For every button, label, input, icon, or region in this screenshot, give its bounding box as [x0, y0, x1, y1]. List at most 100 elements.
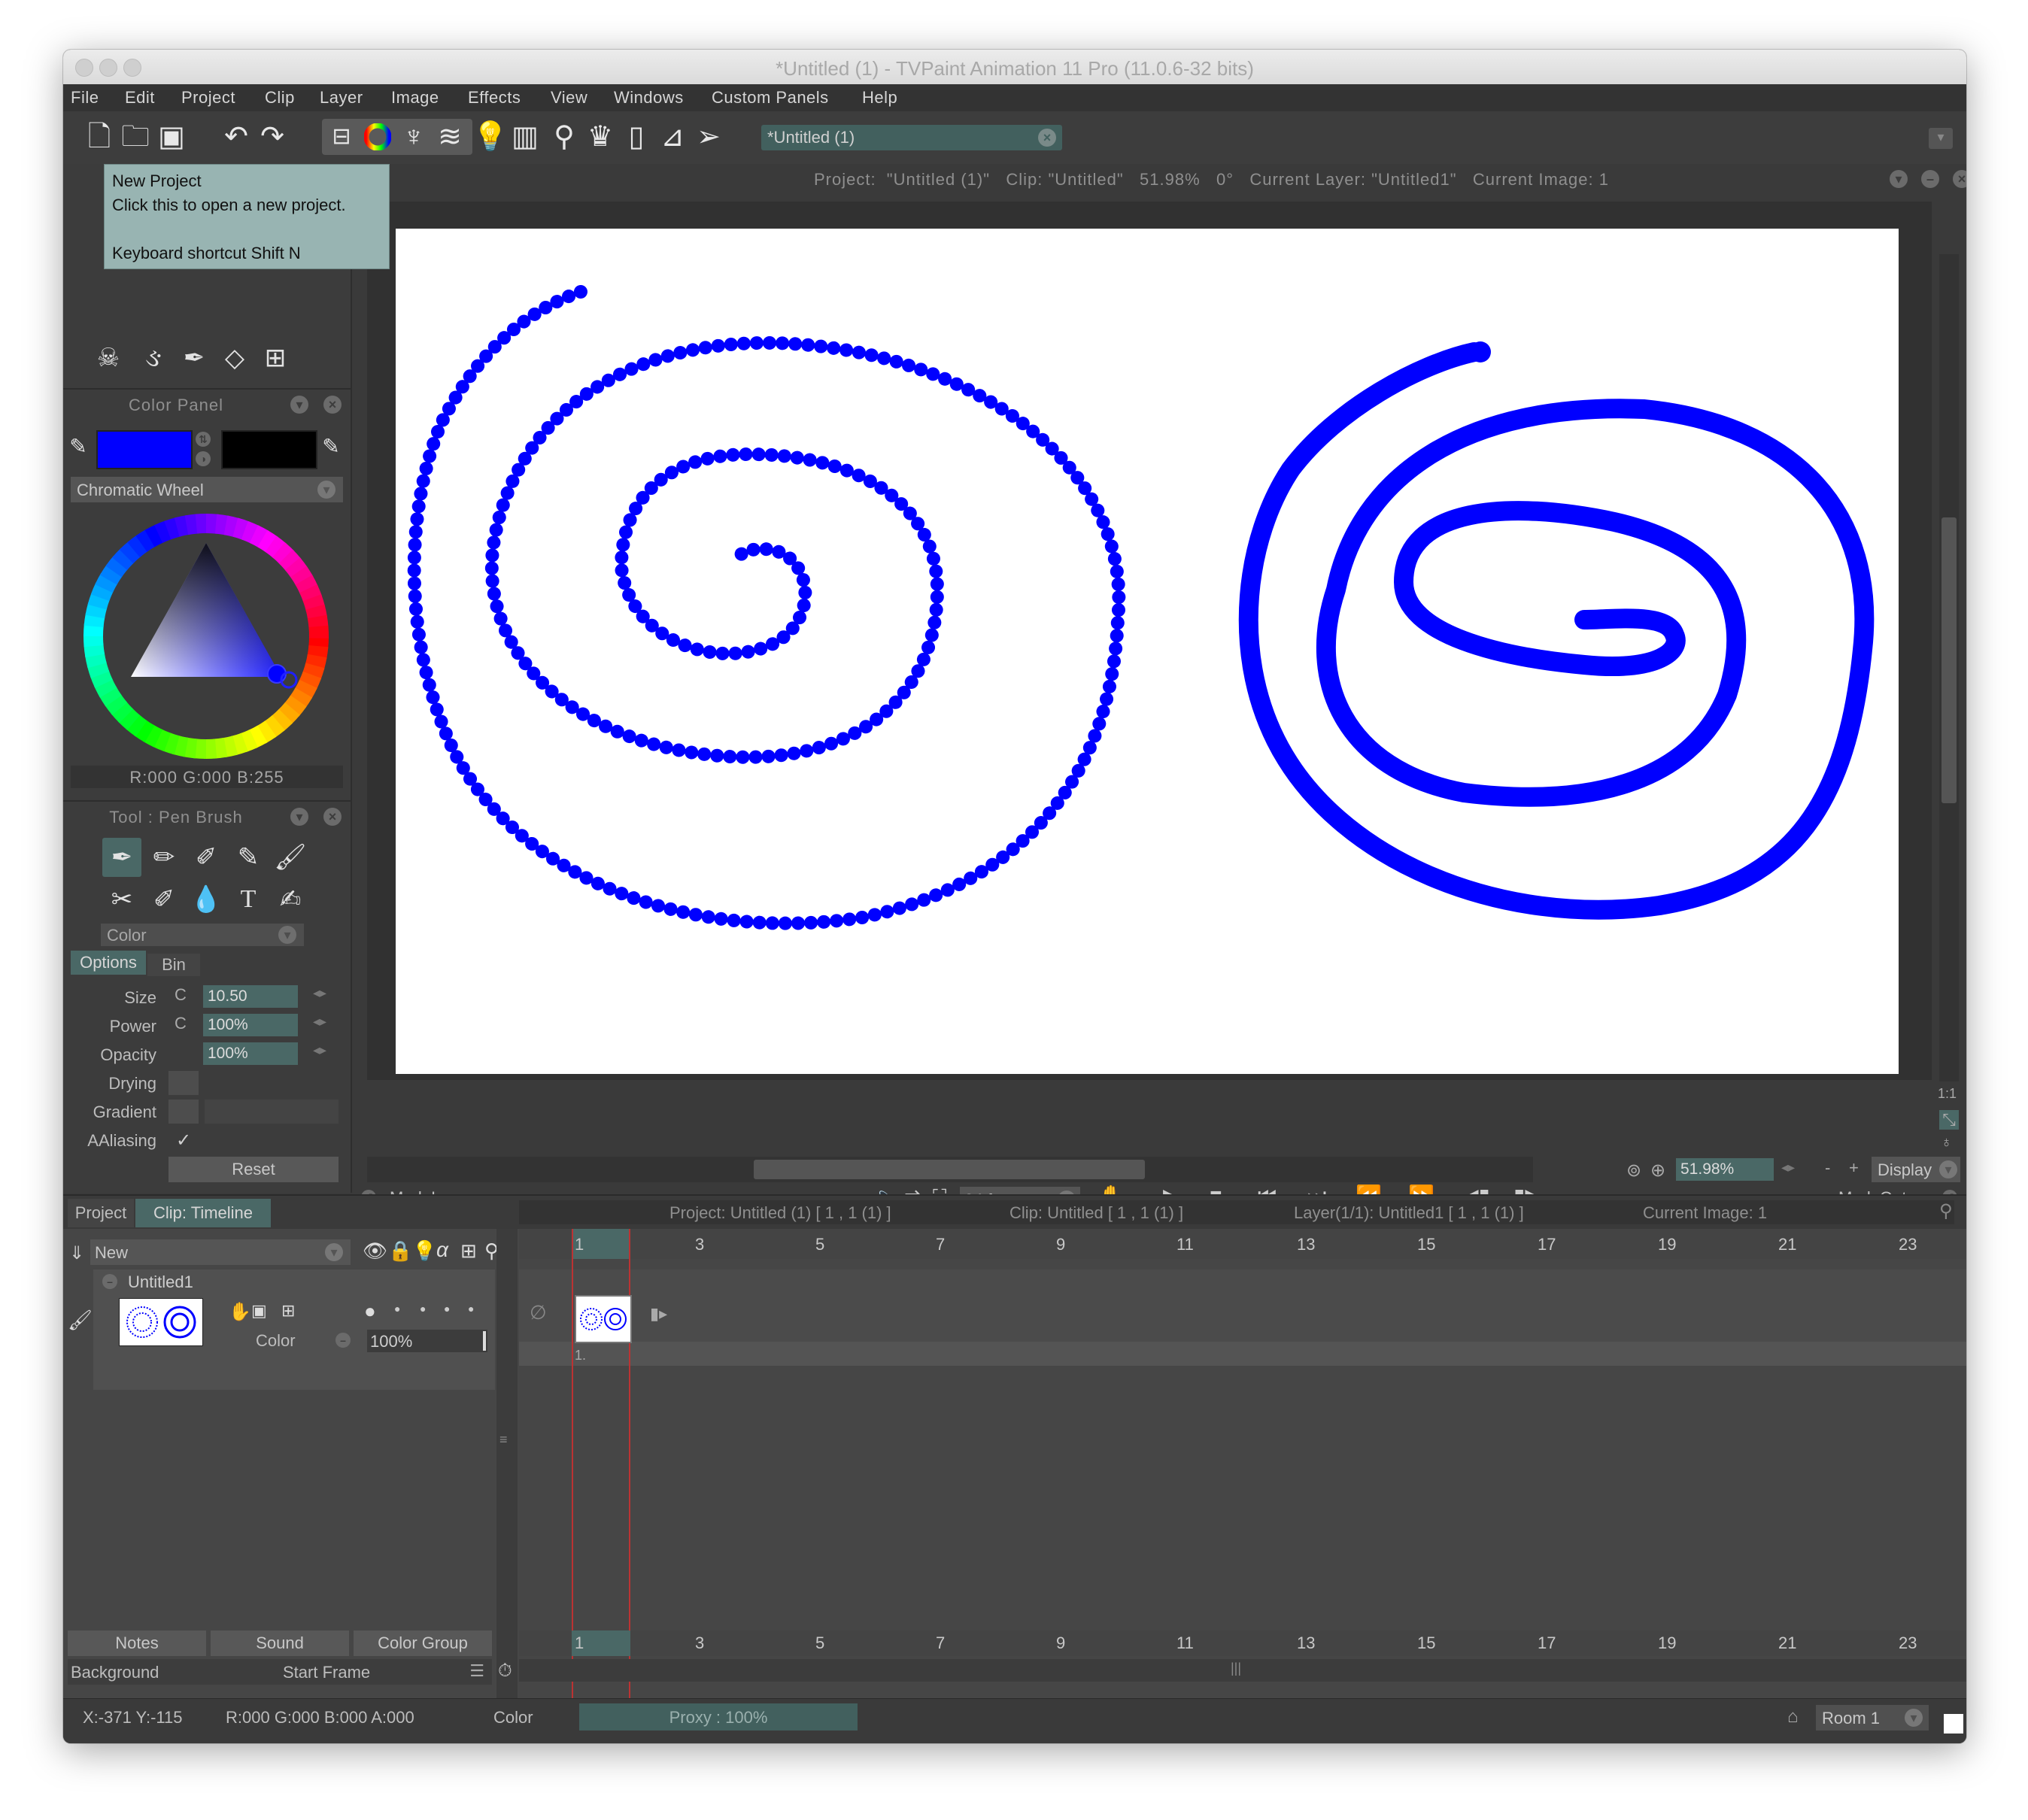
- menu-layer[interactable]: Layer: [320, 88, 363, 108]
- reset-button[interactable]: Reset: [168, 1157, 339, 1182]
- pan-center-icon[interactable]: ⊕: [1650, 1160, 1665, 1181]
- timeline-splitter[interactable]: ≡: [496, 1229, 518, 1703]
- search-icon[interactable]: ⚲: [548, 120, 581, 153]
- warp-tool-icon[interactable]: ઙ: [135, 340, 172, 376]
- power-field[interactable]: 100%: [203, 1014, 298, 1036]
- stamp-icon[interactable]: ♆: [397, 120, 430, 153]
- eyedropper-right-icon[interactable]: ✎: [316, 429, 346, 465]
- redo-icon[interactable]: ↷: [256, 120, 289, 153]
- timer-icon[interactable]: ⏱: [498, 1661, 512, 1682]
- layer-name[interactable]: Untitled1: [128, 1272, 193, 1292]
- start-frame-menu-icon[interactable]: ☰: [469, 1661, 484, 1681]
- menu-edit[interactable]: Edit: [125, 88, 155, 108]
- cel-thumbnail-frame-1[interactable]: [575, 1295, 632, 1343]
- menu-view[interactable]: View: [551, 88, 587, 108]
- layer-opacity-slider[interactable]: [483, 1331, 486, 1351]
- room-dropdown[interactable]: Room 1 ▾: [1816, 1705, 1929, 1731]
- cel-extend-icon[interactable]: ▮▸: [650, 1304, 667, 1324]
- paper-plane-icon[interactable]: ➢: [692, 120, 725, 153]
- layer-color-chevron-icon[interactable]: –: [335, 1333, 351, 1348]
- tool-panel-collapse-icon[interactable]: ▾: [290, 808, 308, 826]
- aaliasing-checkbox[interactable]: ✓: [176, 1130, 191, 1151]
- new-layer-icon[interactable]: ⇓: [69, 1242, 84, 1264]
- stencil-header-icon[interactable]: ⊞: [460, 1239, 477, 1263]
- sound-button[interactable]: Sound: [211, 1630, 349, 1656]
- new-layer-dropdown[interactable]: New ▾: [90, 1239, 351, 1265]
- lock-header-icon[interactable]: 🔒: [388, 1239, 412, 1263]
- reset-colors-icon[interactable]: ◑: [196, 451, 211, 466]
- color-wheel-icon[interactable]: [361, 120, 394, 153]
- tab-options[interactable]: Options: [71, 951, 146, 975]
- drawing-angle-icon[interactable]: ⊿: [656, 120, 689, 153]
- menu-project[interactable]: Project: [181, 88, 235, 108]
- display-dropdown[interactable]: Display ▾: [1872, 1157, 1960, 1182]
- viewer-minimize-icon[interactable]: –: [1921, 170, 1939, 188]
- tool-color-dropdown[interactable]: Color ▾: [101, 924, 304, 946]
- visibility-header-icon[interactable]: 👁: [363, 1239, 387, 1263]
- stencil-tool-icon[interactable]: ⊞: [257, 340, 293, 376]
- viewer-collapse-icon[interactable]: ▾: [1890, 170, 1908, 188]
- zoom-stepper-icon[interactable]: ◂▸: [1781, 1160, 1795, 1175]
- magic-hat-icon[interactable]: ♛: [584, 120, 617, 153]
- frame-ruler-top[interactable]: [519, 1229, 1966, 1259]
- proxy-indicator[interactable]: Proxy : 100%: [579, 1703, 858, 1731]
- menu-clip[interactable]: Clip: [265, 88, 295, 108]
- marker-icon[interactable]: ✎: [230, 839, 266, 875]
- menu-file[interactable]: File: [71, 88, 99, 108]
- color-mode-dropdown[interactable]: Chromatic Wheel ▾: [71, 477, 343, 502]
- toolbar-dropdown-icon[interactable]: ▾: [1929, 128, 1953, 149]
- display-chevron-icon[interactable]: ▾: [1939, 1160, 1957, 1178]
- layer-visibility-dot[interactable]: ●: [364, 1300, 376, 1323]
- power-stepper-icon[interactable]: ◂▸: [313, 1014, 326, 1030]
- open-project-icon[interactable]: 🗀: [119, 120, 152, 153]
- size-stepper-icon[interactable]: ◂▸: [313, 985, 326, 1001]
- size-curve-toggle[interactable]: C: [175, 985, 187, 1005]
- timeline-pin-icon[interactable]: ⚲: [1939, 1200, 1953, 1222]
- tool-color-chevron-icon[interactable]: ▾: [278, 926, 296, 944]
- lightbulb-header-icon[interactable]: 💡: [412, 1239, 436, 1263]
- layer-thumbnail[interactable]: [119, 1298, 203, 1346]
- gradient-checkbox[interactable]: [168, 1100, 199, 1124]
- resize-grip-icon[interactable]: [1944, 1714, 1963, 1734]
- pencil-brush-icon[interactable]: ✏: [146, 839, 182, 875]
- vertical-scrollbar[interactable]: [1939, 254, 1959, 1081]
- color-panel-collapse-icon[interactable]: ▾: [290, 396, 308, 414]
- secondary-color-swatch[interactable]: [221, 430, 317, 469]
- timeline-horizontal-scrollbar[interactable]: |||: [519, 1659, 1966, 1682]
- color-panel-close-icon[interactable]: ×: [323, 396, 342, 414]
- undo-icon[interactable]: ↶: [220, 120, 253, 153]
- toolbox-icon[interactable]: ⊟: [325, 120, 358, 153]
- layer-alpha-dot[interactable]: ●: [444, 1303, 450, 1315]
- tab-clip-timeline[interactable]: Clip: Timeline: [135, 1199, 271, 1227]
- reset-rotation-icon[interactable]: ♁: [1941, 1134, 1952, 1151]
- layer-lock-dot[interactable]: ●: [394, 1303, 400, 1315]
- zoom-reset-icon[interactable]: ⊚: [1626, 1160, 1641, 1181]
- new-layer-chevron-icon[interactable]: ▾: [325, 1243, 343, 1261]
- pen-nib-tool-icon[interactable]: ✒: [176, 340, 212, 376]
- alpha-header-icon[interactable]: α: [436, 1238, 448, 1262]
- airbrush-icon[interactable]: ✐: [188, 839, 224, 875]
- drawing-canvas[interactable]: [396, 229, 1899, 1074]
- horizontal-scroll-thumb[interactable]: [754, 1160, 1145, 1179]
- layer-add-icon[interactable]: ⊞: [281, 1301, 295, 1321]
- layer-hand-icon[interactable]: ✋: [229, 1301, 251, 1323]
- layer-collapse-icon[interactable]: –: [102, 1274, 117, 1289]
- opacity-field[interactable]: 100%: [203, 1042, 298, 1065]
- opacity-stepper-icon[interactable]: ◂▸: [313, 1042, 326, 1058]
- menu-effects[interactable]: Effects: [468, 88, 521, 108]
- tab-project[interactable]: Project: [68, 1199, 134, 1227]
- menu-image[interactable]: Image: [391, 88, 439, 108]
- document-tab[interactable]: *Untitled (1) ×: [761, 125, 1062, 150]
- vertical-scroll-thumb[interactable]: [1941, 517, 1957, 803]
- menu-help[interactable]: Help: [862, 88, 897, 108]
- water-drop-icon[interactable]: 💧: [188, 881, 224, 918]
- layers-icon[interactable]: ≋: [433, 120, 466, 153]
- color-group-button[interactable]: Color Group: [354, 1630, 492, 1656]
- swap-colors-icon[interactable]: ⇅: [196, 432, 211, 447]
- room-chevron-icon[interactable]: ▾: [1905, 1709, 1923, 1727]
- close-tab-icon[interactable]: ×: [1038, 129, 1056, 147]
- xsheet-icon[interactable]: ▥: [509, 120, 542, 153]
- splitter-grip-icon[interactable]: ≡: [499, 1432, 508, 1448]
- tool-panel-close-icon[interactable]: ×: [323, 808, 342, 826]
- tab-bin[interactable]: Bin: [147, 954, 200, 976]
